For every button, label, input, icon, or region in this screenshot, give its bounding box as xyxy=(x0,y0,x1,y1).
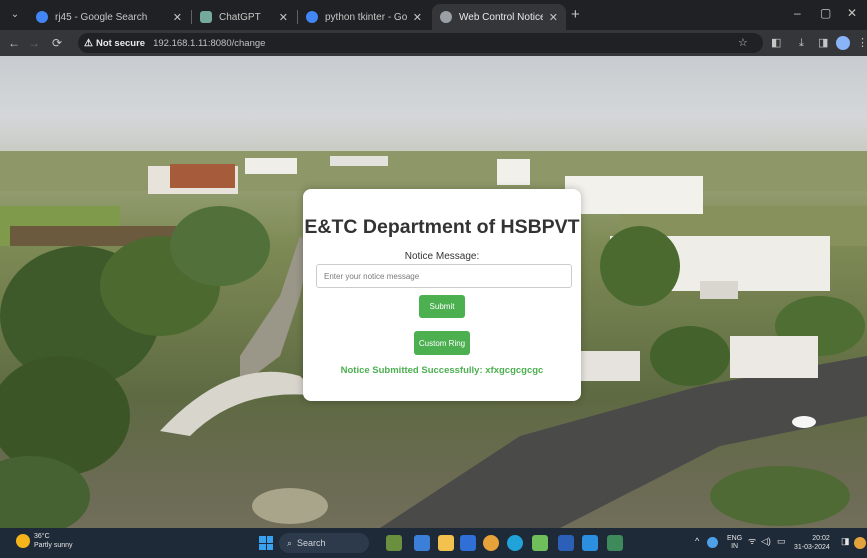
terminal-icon[interactable] xyxy=(607,535,623,551)
notice-card: E&TC Department of HSBPVT Notice Message… xyxy=(303,189,581,401)
address-bar[interactable]: ⚠ Not secure 192.168.1.11:8080/change xyxy=(78,33,763,53)
maximize-button[interactable]: ▢ xyxy=(820,6,831,20)
google-icon xyxy=(36,11,48,23)
weather-temp: 36°C xyxy=(34,533,50,540)
tab-title: ChatGPT xyxy=(219,11,261,23)
volume-icon[interactable]: ◁) xyxy=(761,537,771,546)
tab-web-control-notice-board[interactable]: Web Control Notice Board ✕ xyxy=(432,4,566,30)
notice-message-input[interactable] xyxy=(316,264,572,288)
globe-icon xyxy=(440,11,452,23)
file-explorer-icon[interactable] xyxy=(438,535,454,551)
url-text: 192.168.1.11:8080/change xyxy=(153,37,266,49)
taskbar-search-label: Search xyxy=(297,538,326,548)
warning-icon: ⚠ xyxy=(84,37,93,49)
tab-strip: ⌄ rj45 - Google Search ✕ ChatGPT ✕ pytho… xyxy=(0,0,867,30)
browser-toolbar: ← → ⟳ ⚠ Not secure 192.168.1.11:8080/cha… xyxy=(0,30,867,56)
profile-avatar[interactable] xyxy=(836,36,850,50)
taskbar-search-box[interactable]: ⌕ Search xyxy=(279,533,369,553)
vscode-icon[interactable] xyxy=(582,535,598,551)
notepad-icon[interactable] xyxy=(532,535,548,551)
close-icon[interactable]: ✕ xyxy=(413,11,422,24)
google-icon xyxy=(306,11,318,23)
new-tab-button[interactable]: + xyxy=(571,6,580,24)
tab-title: rj45 - Google Search xyxy=(55,11,148,23)
language-bottom: IN xyxy=(731,543,739,550)
windows-taskbar: 36°C Partly sunny ⌕ Search ^ ENG IN ᯤ ◁)… xyxy=(0,528,867,558)
download-icon[interactable]: ⤓ xyxy=(799,36,804,50)
battery-icon[interactable]: ▭ xyxy=(777,537,786,546)
extensions-icon[interactable]: ◧ xyxy=(771,36,781,50)
store-icon[interactable] xyxy=(460,535,476,551)
submit-button[interactable]: Submit xyxy=(419,295,465,318)
chatgpt-icon xyxy=(200,11,212,23)
tab-chatgpt[interactable]: ChatGPT ✕ xyxy=(192,4,296,30)
minimize-button[interactable]: – xyxy=(794,6,801,20)
weather-desc: Partly sunny xyxy=(34,542,73,549)
side-panel-icon[interactable]: ◨ xyxy=(818,36,828,50)
page-viewport: E&TC Department of HSBPVT Notice Message… xyxy=(0,56,867,528)
notification-icon[interactable]: ◨ xyxy=(841,537,850,546)
copilot-icon[interactable] xyxy=(707,537,718,548)
reload-button[interactable]: ⟳ xyxy=(52,35,62,51)
chevron-up-icon[interactable]: ^ xyxy=(695,537,699,546)
user-avatar[interactable] xyxy=(854,537,866,549)
clock-date: 31-03-2024 xyxy=(794,544,830,551)
close-icon[interactable]: ✕ xyxy=(173,11,182,24)
security-label: Not secure xyxy=(95,37,146,49)
chrome-icon[interactable] xyxy=(483,535,499,551)
close-icon[interactable]: ✕ xyxy=(279,11,288,24)
close-window-button[interactable]: ✕ xyxy=(847,6,857,20)
tab-google-search-rj45[interactable]: rj45 - Google Search ✕ xyxy=(28,4,190,30)
word-icon[interactable] xyxy=(558,535,574,551)
clock[interactable]: 20:02 31-03-2024 xyxy=(794,534,830,552)
wifi-icon[interactable]: ᯤ xyxy=(748,537,756,546)
clock-time: 20:02 xyxy=(812,535,830,542)
security-chip[interactable]: ⚠ Not secure xyxy=(84,38,145,49)
status-message: Notice Submitted Successfully: xfxgcgcgc… xyxy=(340,365,544,376)
language-indicator[interactable]: ENG IN xyxy=(727,535,742,551)
start-button[interactable] xyxy=(259,536,273,550)
tab-search-button[interactable]: ⌄ xyxy=(6,6,24,24)
weather-widget[interactable]: 36°C Partly sunny xyxy=(16,532,73,550)
task-view-icon[interactable] xyxy=(414,535,430,551)
close-icon[interactable]: ✕ xyxy=(549,11,558,24)
notice-message-label: Notice Message: xyxy=(404,251,480,262)
menu-kebab-icon[interactable]: ⋮ xyxy=(857,36,867,50)
search-icon: ⌕ xyxy=(287,537,293,548)
sun-icon xyxy=(16,534,30,548)
custom-ring-button[interactable]: Custom Ring xyxy=(414,331,470,355)
bookmark-star-icon[interactable]: ☆ xyxy=(738,36,748,50)
page-title: E&TC Department of HSBPVT xyxy=(304,216,580,238)
back-button[interactable]: ← xyxy=(8,35,20,51)
tab-python-tkinter[interactable]: python tkinter - Google Search ✕ xyxy=(298,4,430,30)
edge-icon[interactable] xyxy=(507,535,523,551)
forward-button[interactable]: → xyxy=(28,35,40,51)
widgets-icon[interactable] xyxy=(386,535,402,551)
language-top: ENG xyxy=(727,535,743,542)
tab-title: Web Control Notice Board xyxy=(459,11,543,23)
tab-title: python tkinter - Google Search xyxy=(325,11,407,23)
